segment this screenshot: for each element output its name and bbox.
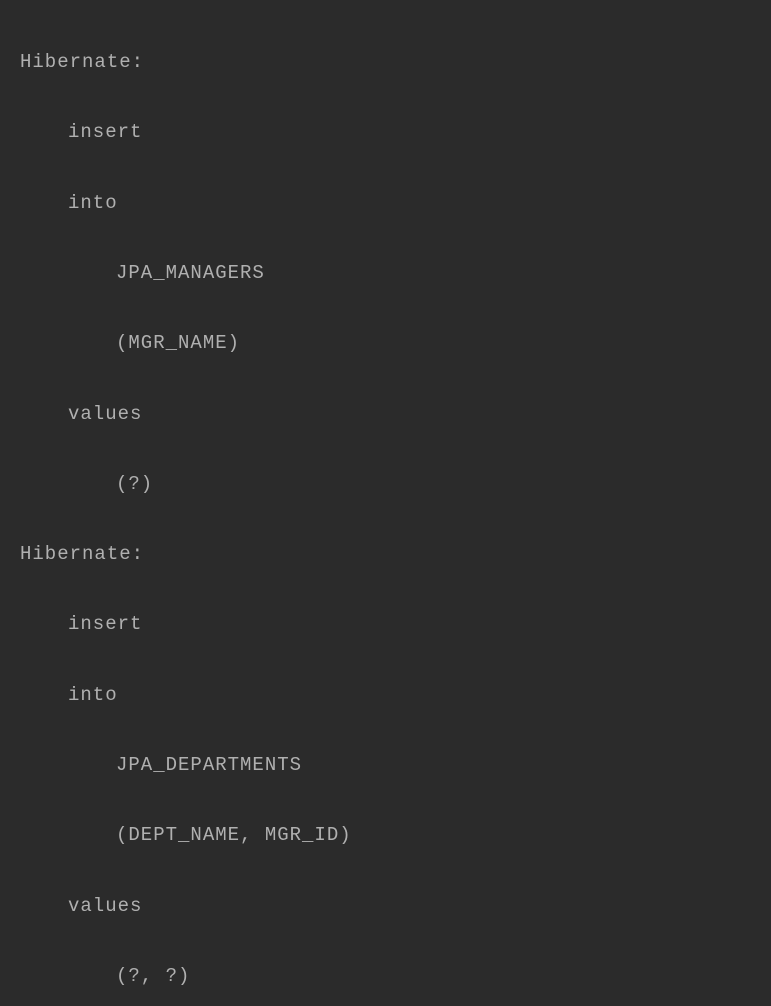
log-line: (DEPT_NAME, MGR_ID) (20, 818, 751, 853)
log-line: Hibernate: (20, 45, 751, 80)
log-line: into (20, 678, 751, 713)
log-line: insert (20, 115, 751, 150)
log-line: into (20, 186, 751, 221)
log-line: insert (20, 607, 751, 642)
log-line: values (20, 397, 751, 432)
log-line: Hibernate: (20, 537, 751, 572)
log-line: JPA_MANAGERS (20, 256, 751, 291)
log-line: (MGR_NAME) (20, 326, 751, 361)
log-line: values (20, 889, 751, 924)
log-line: JPA_DEPARTMENTS (20, 748, 751, 783)
console-log-output: Hibernate: insert into JPA_MANAGERS (MGR… (20, 10, 751, 1006)
log-line: (?, ?) (20, 959, 751, 994)
log-line: (?) (20, 467, 751, 502)
